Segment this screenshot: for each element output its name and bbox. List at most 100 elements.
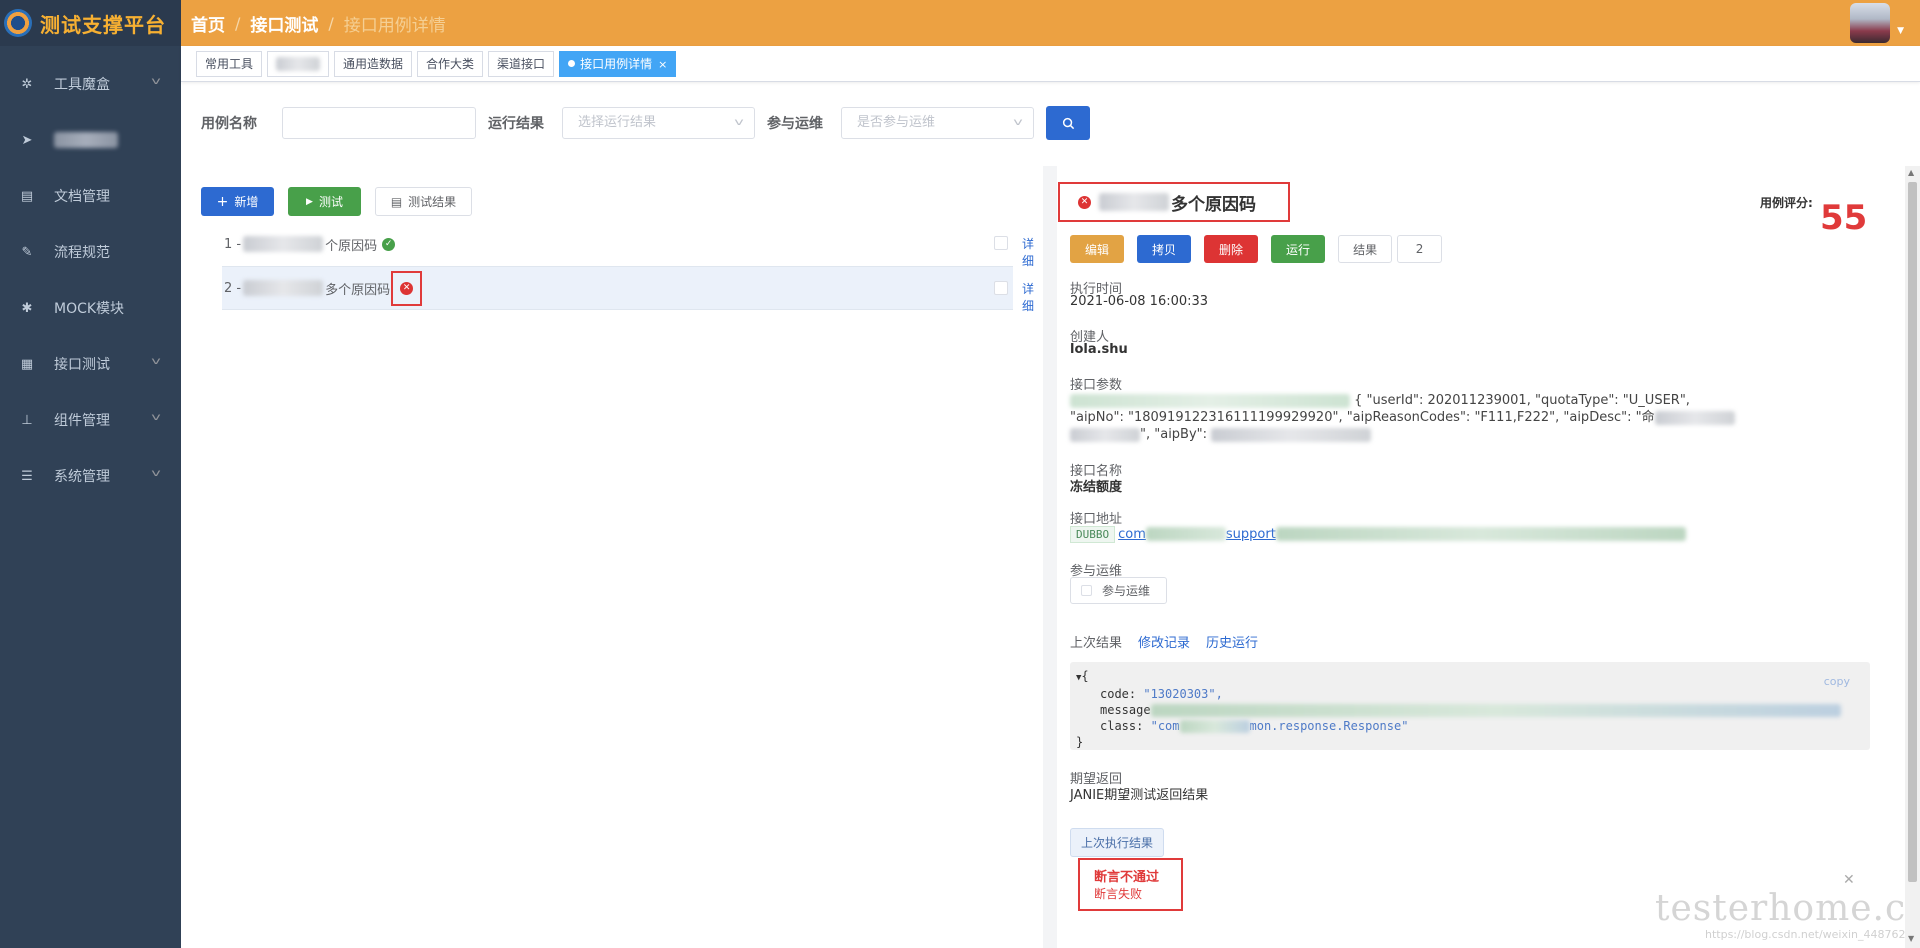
chevron-down-icon: v	[151, 356, 161, 367]
sidebar-item-hidden[interactable]: ➤	[0, 112, 181, 168]
sidebar-item-api-test[interactable]: ▦ 接口测试 v	[0, 336, 181, 392]
last-exec-button[interactable]: 上次执行结果	[1070, 828, 1165, 857]
blurred-label	[1150, 704, 1841, 717]
checkbox-icon	[1081, 585, 1092, 596]
ops-placeholder: 是否参与运维	[857, 115, 936, 130]
active-dot-icon	[568, 59, 576, 67]
sidebar-item-label: MOCK模块	[54, 301, 125, 317]
logo[interactable]: 测试支撑平台	[0, 0, 181, 46]
row-index: 1 -	[224, 236, 242, 252]
sidebar-item-components[interactable]: ⊥ 组件管理 v	[0, 392, 181, 448]
breadcrumb-separator: /	[328, 13, 334, 33]
sidebar: 测试支撑平台 ✲ 工具魔盒 v ➤ ▤ 文档管理 ✎ 流程规范 ✱ MOCK模块…	[0, 0, 181, 948]
breadcrumb-home[interactable]: 首页	[191, 11, 225, 36]
highlight-box: ✕	[391, 270, 423, 306]
json-key: class:	[1100, 719, 1144, 733]
score-value: 55	[1820, 198, 1868, 238]
case-name-input[interactable]	[282, 107, 476, 139]
json-value: "com	[1150, 719, 1180, 733]
test-label: 测试	[318, 195, 343, 209]
row-title: 个原因码	[325, 238, 378, 254]
detail-link[interactable]: 详细	[1022, 280, 1034, 314]
copy-button[interactable]: 拷贝	[1137, 235, 1192, 263]
blurred-label	[1179, 720, 1250, 733]
blurred-label	[1145, 527, 1226, 541]
delete-button[interactable]: 删除	[1204, 235, 1259, 263]
scrollbar-thumb[interactable]	[1908, 182, 1917, 882]
copy-link[interactable]: copy	[1824, 674, 1850, 690]
ops-checkbox-label: 参与运维	[1102, 584, 1151, 598]
tag-common-tools[interactable]: 常用工具	[196, 50, 263, 77]
add-button[interactable]: + 新增	[201, 187, 274, 216]
blurred-label	[243, 236, 324, 252]
tab-history[interactable]: 历史运行	[1206, 632, 1258, 651]
api-url-link[interactable]: com support	[1118, 527, 1686, 542]
chevron-down-icon: v	[151, 468, 161, 479]
run-button[interactable]: 运行	[1271, 235, 1326, 263]
close-icon[interactable]: ×	[658, 58, 667, 71]
tag-channel-api[interactable]: 渠道接口	[488, 50, 555, 77]
app-title: 测试支撑平台	[40, 12, 166, 37]
test-result-button[interactable]: ▤ 测试结果	[375, 187, 472, 216]
tab-last-result[interactable]: 上次结果	[1070, 632, 1122, 651]
tag-case-detail[interactable]: 接口用例详情 ×	[559, 50, 677, 77]
params-line: ", "aipBy":	[1140, 427, 1208, 442]
run-result-select[interactable]: 选择运行结果 v	[562, 107, 755, 139]
sidebar-item-toolbox[interactable]: ✲ 工具魔盒 v	[0, 56, 181, 112]
blurred-label	[1099, 193, 1169, 211]
tab-modify-log[interactable]: 修改记录	[1138, 632, 1190, 651]
exec-time-value: 2021-06-08 16:00:33	[1070, 294, 1209, 309]
table-row-selected[interactable]: 2 - 多个原因码 ✕ 详细	[222, 266, 1034, 313]
table-row[interactable]: 1 - 个原因码 ✓ 详细	[222, 222, 1034, 268]
close-icon[interactable]: ✕	[1843, 872, 1855, 888]
test-button[interactable]: ▶ 测试	[288, 187, 361, 216]
ops-select[interactable]: 是否参与运维 v	[841, 107, 1034, 139]
tree-icon: ⊥	[21, 412, 33, 428]
logo-icon	[4, 9, 32, 37]
tag-partner[interactable]: 合作大类	[417, 50, 484, 77]
scroll-down-icon[interactable]: ▼	[1908, 934, 1914, 943]
bug-icon: ✱	[21, 300, 33, 316]
sidebar-item-mock[interactable]: ✱ MOCK模块	[0, 280, 181, 336]
scroll-up-icon[interactable]: ▲	[1908, 168, 1914, 177]
sidebar-item-docs[interactable]: ▤ 文档管理	[0, 168, 181, 224]
tag-data-gen[interactable]: 通用造数据	[334, 50, 413, 77]
row-checkbox[interactable]	[994, 281, 1008, 295]
ops-checkbox[interactable]: 参与运维	[1070, 577, 1167, 604]
sidebar-item-system[interactable]: ☰ 系统管理 v	[0, 448, 181, 504]
result-count-input[interactable]: 2	[1397, 235, 1443, 263]
json-key: code:	[1100, 687, 1137, 701]
sidebar-item-label: 系统管理	[54, 469, 110, 485]
send-icon: ➤	[21, 132, 33, 148]
api-url-part: support	[1225, 526, 1276, 542]
avatar[interactable]	[1850, 3, 1890, 43]
blurred-label	[54, 132, 118, 148]
case-name-label: 用例名称	[201, 116, 257, 132]
case-title: ✕ 多个原因码	[1058, 182, 1290, 222]
scrollbar[interactable]: ▲ ▼	[1905, 166, 1920, 948]
detail-link[interactable]: 详细	[1022, 235, 1034, 269]
play-icon: ▶	[306, 196, 313, 207]
caret-down-icon[interactable]: ▼	[1897, 26, 1904, 36]
tag-hidden[interactable]	[267, 50, 330, 77]
assert-subtitle: 断言失败	[1094, 887, 1143, 901]
edit-button[interactable]: 编辑	[1070, 235, 1125, 263]
sidebar-item-process[interactable]: ✎ 流程规范	[0, 224, 181, 280]
json-brace: }	[1076, 735, 1084, 749]
breadcrumb-separator: /	[235, 13, 241, 33]
blurred-label	[243, 280, 324, 296]
api-type-badge: DUBBO	[1070, 525, 1116, 543]
assert-title: 断言不通过	[1094, 870, 1160, 885]
search-button[interactable]	[1046, 106, 1090, 140]
row-checkbox[interactable]	[994, 236, 1008, 250]
sidebar-item-label: 文档管理	[54, 189, 110, 205]
row-title: 多个原因码	[325, 282, 391, 298]
row-index: 2 -	[224, 280, 242, 296]
check-circle-icon: ✓	[382, 237, 396, 251]
blurred-label	[1070, 393, 1350, 408]
add-label: 新增	[234, 195, 259, 209]
blurred-label	[1070, 427, 1140, 442]
result-button[interactable]: 结果	[1338, 235, 1393, 263]
tags-view: 常用工具 通用造数据 合作大类 渠道接口 接口用例详情 ×	[181, 46, 1920, 82]
breadcrumb-section[interactable]: 接口测试	[250, 11, 318, 36]
